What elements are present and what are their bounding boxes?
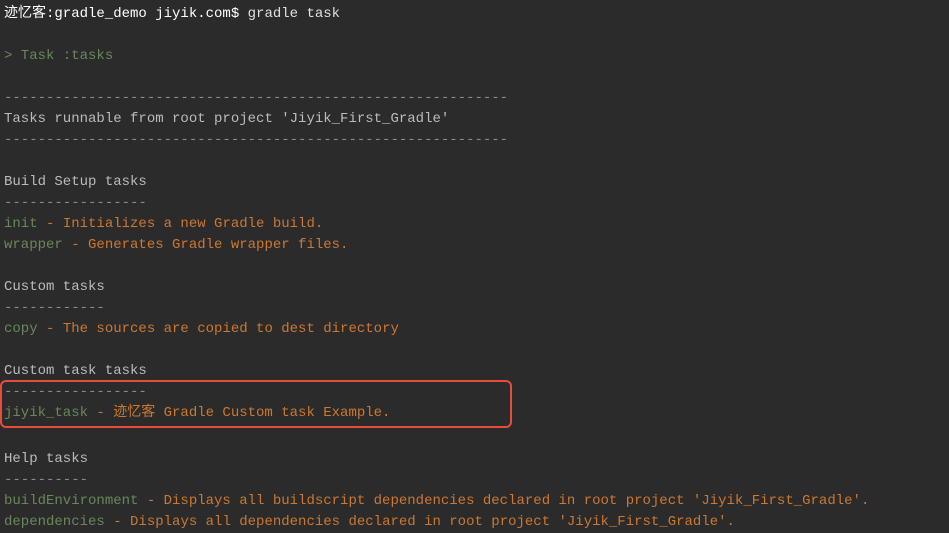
command-text[interactable]: gradle task bbox=[248, 6, 340, 22]
custom-task-tasks-title: Custom task tasks bbox=[4, 361, 945, 382]
wrapper-line: wrapper - Generates Gradle wrapper files… bbox=[4, 235, 945, 256]
prompt-user: 迹忆客:gradle_demo jiyik.com bbox=[4, 6, 231, 22]
build-env-line: buildEnvironment - Displays all buildscr… bbox=[4, 491, 945, 512]
dependencies-desc: - Displays all dependencies declared in … bbox=[105, 514, 735, 530]
dependencies-line: dependencies - Displays all dependencies… bbox=[4, 512, 945, 533]
jiyik-task-line: jiyik_task - 迹忆客 Gradle Custom task Exam… bbox=[2, 403, 508, 424]
blank-line bbox=[4, 340, 945, 361]
blank-line bbox=[4, 256, 945, 277]
init-name: init bbox=[4, 216, 38, 232]
blank-line bbox=[4, 67, 945, 88]
init-line: init - Initializes a new Gradle build. bbox=[4, 214, 945, 235]
help-tasks-title: Help tasks bbox=[4, 449, 945, 470]
copy-line: copy - The sources are copied to dest di… bbox=[4, 319, 945, 340]
help-tasks-dashes: ---------- bbox=[4, 470, 945, 491]
jiyik-name: jiyik_task bbox=[4, 405, 88, 421]
tasks-runnable: Tasks runnable from root project 'Jiyik_… bbox=[4, 109, 945, 130]
custom-tasks-dashes: ------------ bbox=[4, 298, 945, 319]
prompt-line: 迹忆客:gradle_demo jiyik.com$ gradle task bbox=[4, 4, 945, 25]
custom-tasks-title: Custom tasks bbox=[4, 277, 945, 298]
build-setup-title: Build Setup tasks bbox=[4, 172, 945, 193]
build-env-name: buildEnvironment bbox=[4, 493, 138, 509]
wrapper-desc: - Generates Gradle wrapper files. bbox=[63, 237, 349, 253]
prompt-dollar: $ bbox=[231, 6, 239, 22]
init-desc: - Initializes a new Gradle build. bbox=[38, 216, 324, 232]
wrapper-name: wrapper bbox=[4, 237, 63, 253]
build-setup-dashes: ----------------- bbox=[4, 193, 945, 214]
copy-name: copy bbox=[4, 321, 38, 337]
blank-line bbox=[4, 428, 945, 449]
dashes-line: ----------------------------------------… bbox=[4, 130, 945, 151]
blank-line bbox=[4, 151, 945, 172]
jiyik-desc: - 迹忆客 Gradle Custom task Example. bbox=[88, 405, 508, 421]
copy-desc: - The sources are copied to dest directo… bbox=[38, 321, 399, 337]
build-env-desc: - Displays all buildscript dependencies … bbox=[138, 493, 869, 509]
dependencies-name: dependencies bbox=[4, 514, 105, 530]
highlight-box: ----------------- jiyik_task - 迹忆客 Gradl… bbox=[0, 380, 512, 428]
task-header: > Task :tasks bbox=[4, 46, 945, 67]
blank-line bbox=[4, 25, 945, 46]
dashes-line: ----------------------------------------… bbox=[4, 88, 945, 109]
custom-task-tasks-dashes: ----------------- bbox=[2, 382, 508, 403]
